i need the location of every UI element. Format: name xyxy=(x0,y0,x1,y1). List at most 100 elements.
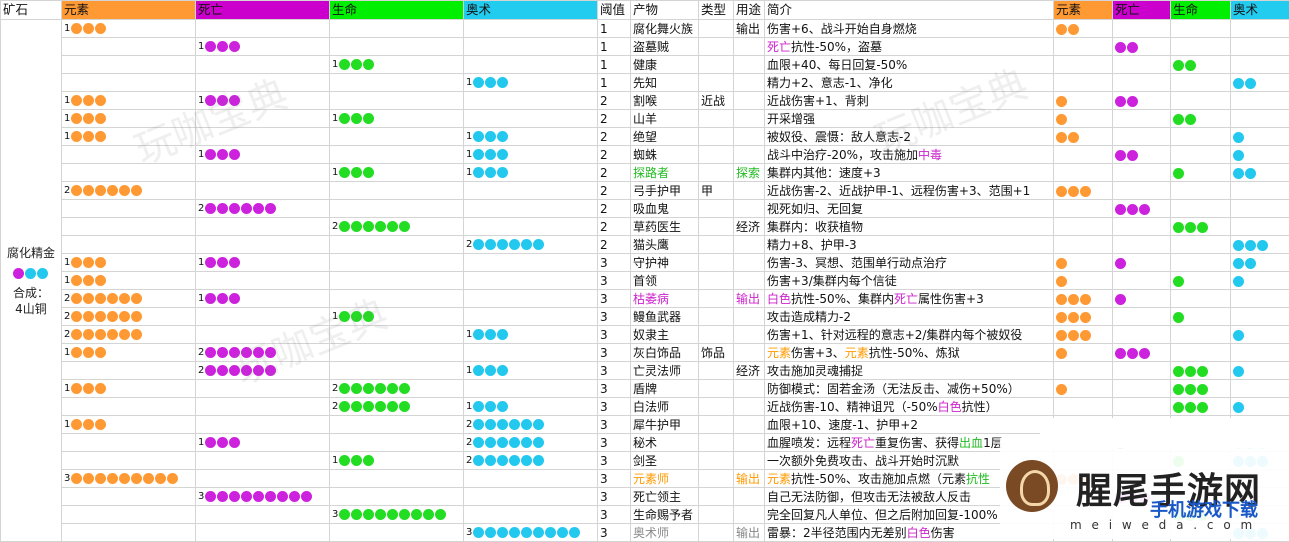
essence-dot xyxy=(497,167,508,178)
dot-count: 1 xyxy=(332,455,338,466)
essence-dot xyxy=(1233,150,1244,161)
threshold-cell: 3 xyxy=(598,416,631,434)
product-cell: 弓手护甲 xyxy=(631,182,699,200)
essence-dot xyxy=(363,167,374,178)
essence-dot xyxy=(1056,24,1067,35)
result-cell xyxy=(1231,110,1289,128)
result-cell xyxy=(1231,74,1289,92)
essence-dot xyxy=(1115,294,1126,305)
essence-dot xyxy=(545,527,556,538)
essence-dot xyxy=(1056,132,1067,143)
ore-cell: 腐化精金合成：4山铜 xyxy=(1,20,62,542)
essence-dot xyxy=(533,527,544,538)
essence-dot xyxy=(1056,312,1067,323)
dot-count: 3 xyxy=(466,527,472,538)
essence-dot xyxy=(95,383,106,394)
essence-dot xyxy=(1080,330,1091,341)
threshold-cell: 3 xyxy=(598,272,631,290)
essence-dot xyxy=(473,77,484,88)
ore-combine-value: 4山铜 xyxy=(3,301,59,317)
recipe-cell: 3 xyxy=(330,506,464,524)
essence-dot xyxy=(1185,222,1196,233)
product-cell: 盾牌 xyxy=(631,380,699,398)
dot-count: 1 xyxy=(64,275,70,286)
threshold-cell: 2 xyxy=(598,236,631,254)
recipe-cell: 1 xyxy=(464,164,598,182)
threshold-cell: 2 xyxy=(598,128,631,146)
header-arcane: 奥术 xyxy=(464,1,598,20)
essence-dot xyxy=(95,293,106,304)
essence-dot xyxy=(229,95,240,106)
essence-dot xyxy=(119,473,130,484)
essence-dot xyxy=(1197,366,1208,377)
essence-dot xyxy=(1056,384,1067,395)
essence-dot xyxy=(411,509,422,520)
recipe-cell xyxy=(330,20,464,38)
essence-dot xyxy=(509,419,520,430)
essence-dot xyxy=(217,437,228,448)
essence-dot xyxy=(83,23,94,34)
essence-dot xyxy=(1233,330,1244,341)
desc-segment: 死亡 xyxy=(894,292,918,306)
essence-dot xyxy=(399,221,410,232)
essence-dot xyxy=(1127,204,1138,215)
result-cell xyxy=(1113,398,1171,416)
recipe-cell xyxy=(196,308,330,326)
desc-segment: 近战伤害-10、精神诅咒（-50% xyxy=(767,400,938,414)
recipe-cell xyxy=(196,56,330,74)
product-cell: 枯萎病 xyxy=(631,290,699,308)
essence-dot xyxy=(533,239,544,250)
type-cell xyxy=(699,434,734,452)
essence-dot xyxy=(229,347,240,358)
essence-dot xyxy=(131,293,142,304)
recipe-cell xyxy=(196,452,330,470)
desc-segment: 攻击造成精力-2 xyxy=(767,310,851,324)
essence-dot xyxy=(363,59,374,70)
recipe-cell xyxy=(62,434,196,452)
result-cell xyxy=(1231,146,1289,164)
threshold-cell: 3 xyxy=(598,398,631,416)
desc-segment: 抗性-50%，盗墓 xyxy=(791,40,882,54)
desc-cell: 伤害+3/集群内每个信徒 xyxy=(765,272,1054,290)
dot-count: 1 xyxy=(332,113,338,124)
type-cell xyxy=(699,236,734,254)
essence-dot xyxy=(71,311,82,322)
recipe-cell xyxy=(330,470,464,488)
essence-dot xyxy=(71,185,82,196)
desc-segment: 伤害-3、冥想、范围单行动点治疗 xyxy=(767,256,947,270)
result-cell xyxy=(1171,56,1231,74)
result-cell xyxy=(1231,362,1289,380)
threshold-cell: 3 xyxy=(598,290,631,308)
result-cell xyxy=(1171,92,1231,110)
essence-dot xyxy=(497,149,508,160)
ore-dots xyxy=(3,265,59,281)
essence-dot xyxy=(155,473,166,484)
recipe-cell xyxy=(464,272,598,290)
essence-dot xyxy=(351,113,362,124)
desc-segment: 精力+8、护甲-3 xyxy=(767,238,857,252)
use-cell xyxy=(734,452,765,470)
essence-dot xyxy=(1115,96,1126,107)
essence-dot xyxy=(217,365,228,376)
dot-count: 2 xyxy=(332,221,338,232)
recipe-cell: 1 xyxy=(196,434,330,452)
recipe-cell xyxy=(330,326,464,344)
recipe-cell: 2 xyxy=(62,308,196,326)
ore-combine-label: 合成： xyxy=(3,285,59,301)
dot-count: 2 xyxy=(64,329,70,340)
essence-dot xyxy=(1233,276,1244,287)
desc-cell: 开采增强 xyxy=(765,110,1054,128)
recipe-cell: 1 xyxy=(464,128,598,146)
essence-dot xyxy=(205,149,216,160)
product-cell: 奴隶主 xyxy=(631,326,699,344)
header-result-life: 生命 xyxy=(1171,1,1231,20)
recipe-cell xyxy=(196,74,330,92)
type-cell xyxy=(699,380,734,398)
essence-dot xyxy=(301,491,312,502)
recipe-cell xyxy=(330,128,464,146)
result-cell xyxy=(1231,236,1289,254)
essence-dot xyxy=(71,95,82,106)
desc-segment: 血限+40、每日回复-50% xyxy=(767,58,907,72)
essence-dot xyxy=(363,509,374,520)
essence-dot xyxy=(1056,276,1067,287)
